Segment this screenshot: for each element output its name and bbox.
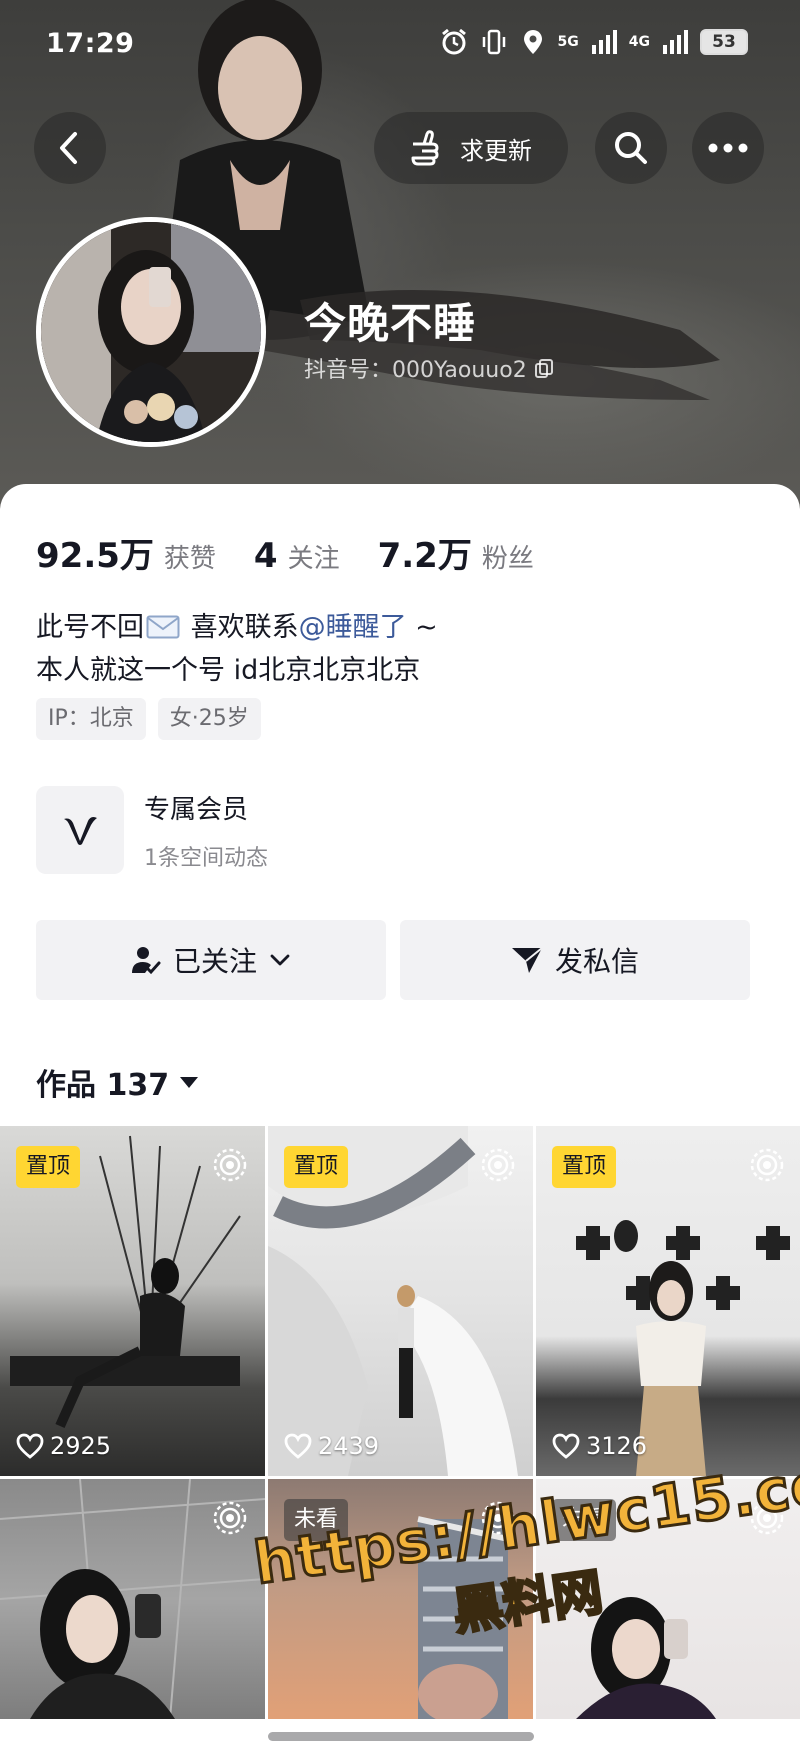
heart-icon	[552, 1433, 580, 1459]
tag-ip: IP：北京	[36, 698, 146, 740]
likes-count: 2439	[284, 1432, 379, 1460]
heart-icon	[284, 1433, 312, 1459]
more-dots-icon	[708, 143, 748, 153]
collection-icon	[213, 1148, 247, 1182]
collection-icon	[213, 1501, 247, 1535]
bio-line-1: 此号不回 喜欢联系@睡醒了 ~	[36, 606, 438, 649]
chevron-left-icon	[60, 132, 77, 164]
chevron-down-icon	[270, 954, 290, 966]
network-4g: 4G	[628, 34, 650, 50]
member-v-icon	[36, 786, 124, 874]
nickname: 今晚不睡	[304, 299, 477, 348]
signal-icon-2	[663, 30, 688, 54]
home-indicator[interactable]	[268, 1732, 534, 1741]
profile-tags: IP：北京 女·25岁	[36, 698, 261, 740]
heart-icon	[16, 1433, 44, 1459]
pointing-hand-icon	[411, 130, 439, 166]
stat-followers[interactable]: 7.2万 粉丝	[378, 528, 534, 577]
stat-followers-value: 7.2万	[377, 536, 472, 576]
pinned-badge: 置顶	[552, 1146, 617, 1188]
vibrate-icon	[482, 29, 505, 55]
search-button[interactable]	[595, 112, 667, 184]
action-buttons: 已关注 发私信	[36, 920, 750, 1000]
battery-icon: 53	[700, 29, 748, 55]
battery-level: 53	[712, 32, 736, 52]
stat-followers-label: 粉丝	[481, 544, 534, 574]
video-thumbnail[interactable]	[0, 1479, 265, 1719]
location-icon	[523, 30, 542, 54]
exclusive-member-entry[interactable]: 专属会员 1条空间动态	[36, 786, 268, 874]
stat-likes-value: 92.5万	[36, 536, 154, 576]
stat-likes[interactable]: 92.5万 获赞	[36, 528, 216, 577]
status-icons: 5G 4G 53	[440, 28, 748, 56]
copy-icon[interactable]	[533, 357, 555, 379]
followed-button[interactable]: 已关注	[36, 920, 386, 1000]
user-check-icon	[131, 947, 161, 975]
bio-suffix: ~	[406, 612, 438, 643]
works-tab[interactable]: 作品 137	[36, 1060, 199, 1104]
signal-icon	[591, 30, 617, 54]
works-label: 作品 137	[36, 1068, 170, 1103]
collection-icon	[750, 1148, 784, 1182]
likes-value: 3126	[586, 1432, 648, 1460]
douyin-id[interactable]: 抖音号：000Yaouuo2	[304, 352, 555, 384]
member-text: 专属会员 1条空间动态	[144, 789, 268, 872]
stats-row: 92.5万 获赞 4 关注 7.2万 粉丝	[36, 528, 572, 577]
paper-plane-icon	[511, 947, 543, 973]
avatar[interactable]	[36, 217, 266, 447]
alarm-icon	[441, 28, 466, 55]
likes-count: 3126	[552, 1432, 647, 1460]
likes-value: 2439	[318, 1432, 380, 1460]
stat-following-label: 关注	[287, 544, 340, 574]
stat-following[interactable]: 4 关注	[254, 536, 340, 576]
bio-middle: 喜欢联系	[182, 612, 299, 643]
stat-likes-label: 获赞	[163, 544, 216, 574]
send-message-label: 发私信	[554, 945, 639, 978]
collection-icon	[481, 1148, 515, 1182]
request-update-label: 求更新	[460, 136, 532, 165]
back-button[interactable]	[34, 112, 106, 184]
video-thumbnail[interactable]: 置顶 2439	[268, 1126, 533, 1476]
likes-count: 2925	[16, 1432, 111, 1460]
caret-down-icon	[180, 1077, 199, 1088]
more-button[interactable]	[692, 112, 764, 184]
video-thumbnail[interactable]: 置顶 2925	[0, 1126, 265, 1476]
envelope-icon	[146, 615, 180, 639]
bio-line-2: 本人就这一个号 id北京北京北京	[36, 655, 421, 686]
member-subtitle: 1条空间动态	[144, 845, 268, 871]
network-5g: 5G	[557, 34, 579, 50]
tag-gender-age: 女·25岁	[157, 698, 261, 740]
request-update-button[interactable]: 求更新	[374, 112, 568, 184]
avatar-photo	[41, 222, 261, 442]
bio-mention-link[interactable]: @睡醒了	[299, 612, 407, 643]
send-message-button[interactable]: 发私信	[400, 920, 750, 1000]
search-icon	[615, 132, 647, 164]
stat-following-value: 4	[253, 536, 278, 576]
pinned-badge: 置顶	[16, 1146, 81, 1188]
status-bar: 17:29 5G 4G 53	[0, 0, 800, 90]
bio-prefix: 此号不回	[36, 612, 144, 643]
video-thumbnail[interactable]: 置顶 3126	[536, 1126, 800, 1476]
likes-value: 2925	[50, 1432, 112, 1460]
douyin-id-text: 抖音号：000Yaouuo2	[304, 358, 527, 383]
bio: 此号不回 喜欢联系@睡醒了 ~ 本人就这一个号 id北京北京北京	[36, 606, 438, 692]
member-title: 专属会员	[144, 794, 249, 825]
followed-label: 已关注	[172, 945, 257, 978]
pinned-badge: 置顶	[284, 1146, 349, 1188]
profile-banner: 17:29 5G 4G 53 求更新 今晚不睡 抖音号：000Yaouuo2	[0, 0, 800, 520]
status-time: 17:29	[46, 28, 135, 59]
